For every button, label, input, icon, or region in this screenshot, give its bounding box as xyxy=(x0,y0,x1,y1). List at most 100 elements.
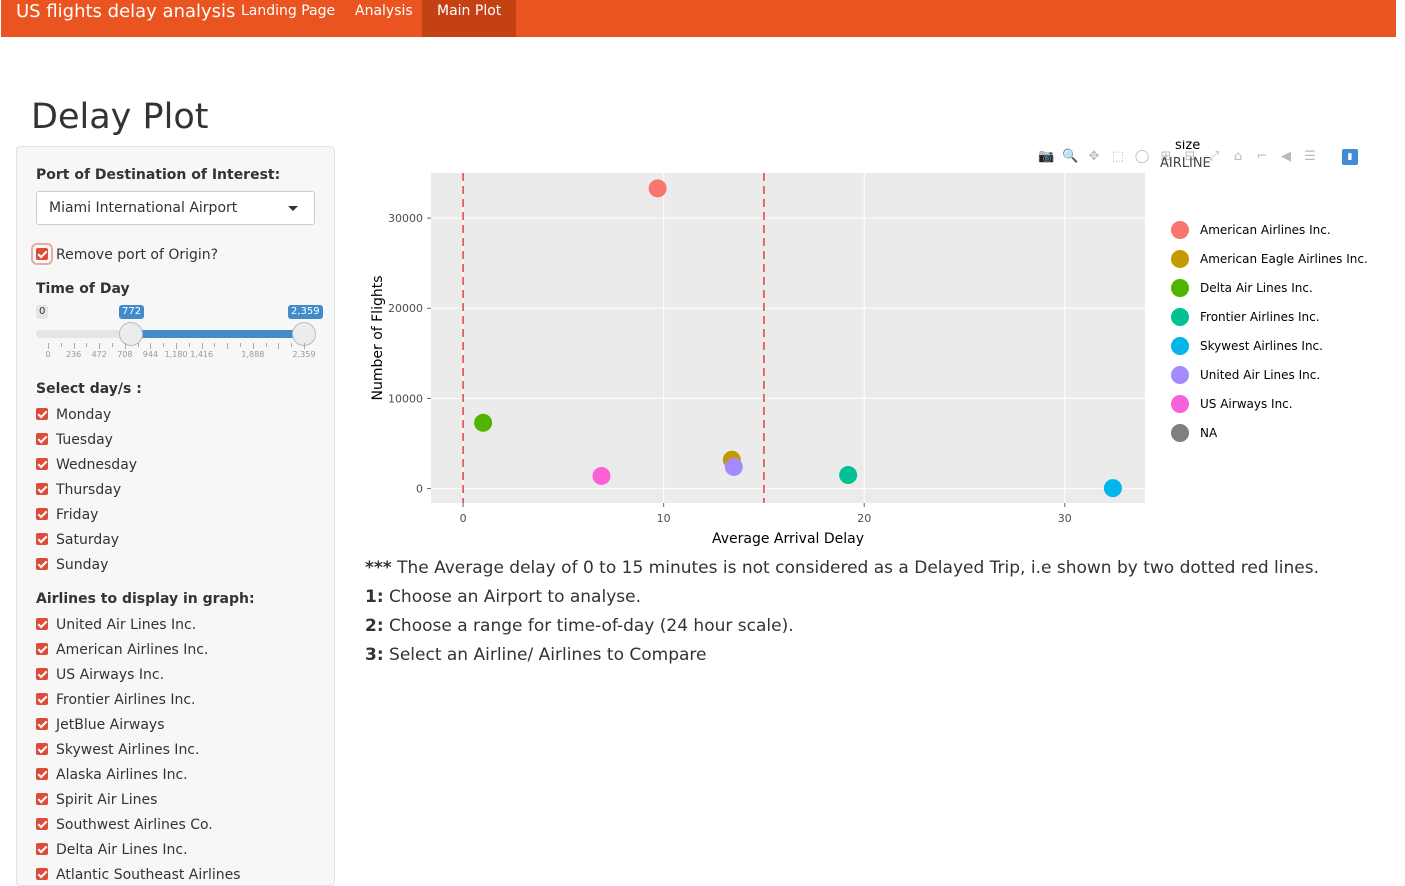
slider-tick xyxy=(240,343,241,347)
slider-from-tag: 772 xyxy=(119,305,145,319)
check-icon[interactable] xyxy=(36,668,48,680)
x-tick-label: 10 xyxy=(657,512,671,525)
check-icon[interactable] xyxy=(36,408,48,420)
slider-min-tag: 0 xyxy=(36,305,49,319)
note-prefix-4: 3: xyxy=(365,645,384,665)
airline-label: United Air Lines Inc. xyxy=(56,617,197,633)
port-label: Port of Destination of Interest: xyxy=(36,167,281,183)
day-label: Thursday xyxy=(56,482,122,498)
slider-tick xyxy=(137,343,139,347)
slider-tick xyxy=(48,343,49,349)
slider-tick xyxy=(265,343,267,347)
sidebar-panel: Port of Destination of Interest: Miami I… xyxy=(16,146,335,886)
airlines-label: Airlines to display in graph: xyxy=(36,591,255,607)
slider-tick xyxy=(278,343,280,349)
airline-label: Atlantic Southeast Airlines xyxy=(56,867,241,883)
time-slider-from-handle[interactable] xyxy=(119,322,143,346)
app-brand[interactable]: US flights delay analysis xyxy=(16,1,235,23)
check-icon[interactable] xyxy=(36,818,48,830)
slider-tick-label: 1,416 xyxy=(190,350,214,359)
check-icon[interactable] xyxy=(36,458,48,470)
slider-tick xyxy=(188,343,190,347)
data-point xyxy=(724,457,743,476)
data-point xyxy=(839,466,858,485)
data-point xyxy=(648,179,667,198)
check-icon[interactable] xyxy=(36,843,48,855)
note-prefix-2: 1: xyxy=(365,587,384,607)
note-prefix-1: *** xyxy=(365,558,392,578)
slider-tick xyxy=(304,343,305,349)
legend-entry: NA xyxy=(1200,426,1218,440)
check-icon[interactable] xyxy=(36,718,48,730)
day-label: Monday xyxy=(56,407,112,423)
page-title: Delay Plot xyxy=(31,97,209,137)
scatter-plot: 0 10 20 30 0 10000 20000 30000 Average Arrival D… xyxy=(370,140,1368,547)
note-line-2: 1: Choose an Airport to analyse. xyxy=(365,583,1319,612)
legend-marker xyxy=(1171,250,1189,268)
legend-title-size: size xyxy=(1175,140,1200,153)
note-text-4: Select an Airline/ Airlines to Compare xyxy=(383,645,707,665)
day-label: Sunday xyxy=(56,557,109,573)
slider-tick xyxy=(163,343,165,347)
day-label: Tuesday xyxy=(56,432,113,448)
check-icon[interactable] xyxy=(36,743,48,755)
check-icon[interactable] xyxy=(36,768,48,780)
legend-entry: US Airways Inc. xyxy=(1200,397,1293,411)
note-text-3: Choose a range for time-of-day (24 hour … xyxy=(383,616,794,636)
slider-tick xyxy=(201,343,203,349)
legend-marker xyxy=(1171,279,1189,297)
check-icon[interactable] xyxy=(36,248,48,260)
slider-tick xyxy=(227,343,229,349)
note-prefix-3: 2: xyxy=(365,616,384,636)
legend-marker xyxy=(1171,337,1189,355)
y-tick-label: 0 xyxy=(416,483,423,496)
airline-label: Skywest Airlines Inc. xyxy=(56,742,200,758)
slider-tick xyxy=(73,343,75,349)
slider-tick xyxy=(214,343,216,347)
legend-entry: Delta Air Lines Inc. xyxy=(1200,281,1313,295)
nav-main-plot[interactable]: Main Plot xyxy=(422,0,517,37)
check-icon[interactable] xyxy=(36,793,48,805)
y-tick-label: 20000 xyxy=(388,302,423,315)
check-icon[interactable] xyxy=(36,693,48,705)
x-tick-label: 20 xyxy=(857,512,871,525)
nav-landing-page[interactable]: Landing Page xyxy=(226,0,350,37)
check-icon[interactable] xyxy=(36,533,48,545)
legend-marker xyxy=(1171,221,1189,239)
slider-tick xyxy=(60,343,62,347)
slider-tick-label: 0 xyxy=(45,350,51,359)
legend-marker xyxy=(1171,395,1189,413)
slider-tick xyxy=(112,343,113,347)
time-slider-range[interactable] xyxy=(131,330,303,338)
port-select[interactable]: Miami International Airport xyxy=(36,191,315,225)
y-tick-label: 10000 xyxy=(388,392,423,405)
instructions: *** The Average delay of 0 to 15 minutes… xyxy=(365,554,1319,670)
data-point xyxy=(1103,479,1122,498)
airline-label: US Airways Inc. xyxy=(56,667,165,683)
check-icon[interactable] xyxy=(36,643,48,655)
slider-tick xyxy=(252,343,254,349)
slider-tick-label: 2,359 xyxy=(292,350,316,359)
airline-label: Southwest Airlines Co. xyxy=(56,817,213,833)
legend-entry: United Air Lines Inc. xyxy=(1200,368,1320,382)
data-point xyxy=(592,466,611,485)
day-label: Friday xyxy=(56,507,99,523)
slider-tick xyxy=(150,343,152,349)
slider-tick xyxy=(86,343,88,347)
airline-label: Alaska Airlines Inc. xyxy=(56,767,188,783)
check-icon[interactable] xyxy=(36,558,48,570)
legend-entry: Frontier Airlines Inc. xyxy=(1200,310,1320,324)
check-icon[interactable] xyxy=(36,508,48,520)
top-navbar: US flights delay analysis Landing Page A… xyxy=(1,0,1396,37)
x-tick-label: 30 xyxy=(1058,512,1072,525)
airline-label: JetBlue Airways xyxy=(56,717,165,733)
nav-analysis[interactable]: Analysis xyxy=(340,0,428,37)
slider-tick-label: 236 xyxy=(65,350,82,359)
airline-label: American Airlines Inc. xyxy=(56,642,209,658)
check-icon[interactable] xyxy=(36,433,48,445)
airline-label: Delta Air Lines Inc. xyxy=(56,842,188,858)
check-icon[interactable] xyxy=(36,868,48,880)
check-icon[interactable] xyxy=(36,483,48,495)
check-icon[interactable] xyxy=(36,618,48,630)
airline-label: Spirit Air Lines xyxy=(56,792,158,808)
